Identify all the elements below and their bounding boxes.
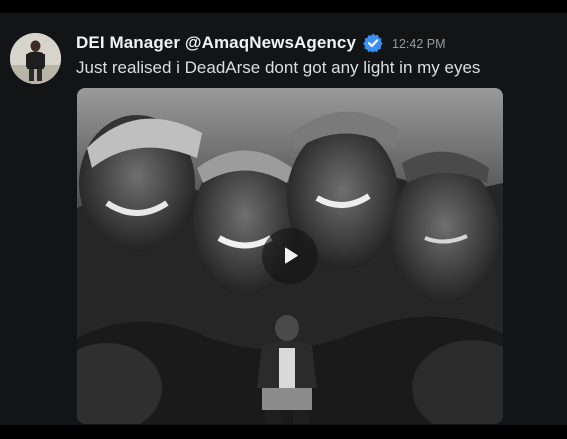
message-header: DEI Manager @AmaqNewsAgency 12:42 PM	[76, 31, 446, 55]
verified-badge-icon	[362, 32, 384, 54]
message-timestamp[interactable]: 12:42 PM	[392, 37, 446, 51]
window: DEI Manager @AmaqNewsAgency 12:42 PM Jus…	[0, 0, 567, 439]
author-name[interactable]: DEI Manager @AmaqNewsAgency	[76, 33, 356, 53]
play-icon	[285, 247, 298, 264]
avatar[interactable]	[10, 33, 61, 84]
chat-message: DEI Manager @AmaqNewsAgency 12:42 PM Jus…	[0, 13, 567, 425]
message-text: Just realised i DeadArse dont got any li…	[76, 58, 481, 77]
avatar-image	[10, 33, 61, 84]
play-button[interactable]	[262, 228, 318, 284]
